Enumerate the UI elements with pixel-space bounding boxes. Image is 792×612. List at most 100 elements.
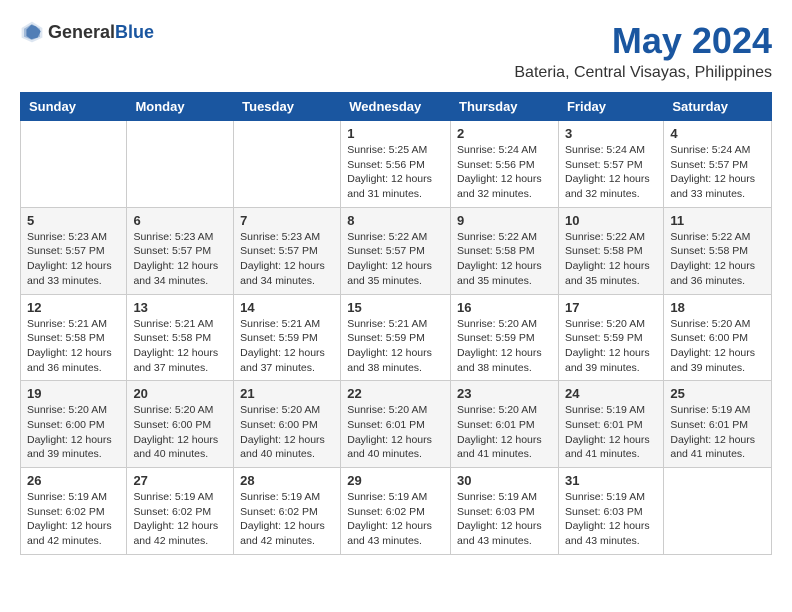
table-row: 21 Sunrise: 5:20 AMSunset: 6:00 PMDaylig… [234,381,341,468]
table-row: 8 Sunrise: 5:22 AMSunset: 5:57 PMDayligh… [341,207,451,294]
logo-text: GeneralBlue [48,22,154,43]
day-number: 10 [565,213,657,228]
day-info: Sunrise: 5:21 AMSunset: 5:59 PMDaylight:… [347,317,444,376]
day-number: 8 [347,213,444,228]
day-info: Sunrise: 5:20 AMSunset: 6:00 PMDaylight:… [240,403,334,462]
day-info: Sunrise: 5:19 AMSunset: 6:01 PMDaylight:… [670,403,765,462]
day-info: Sunrise: 5:20 AMSunset: 6:01 PMDaylight:… [457,403,552,462]
table-row: 10 Sunrise: 5:22 AMSunset: 5:58 PMDaylig… [558,207,663,294]
table-row: 30 Sunrise: 5:19 AMSunset: 6:03 PMDaylig… [451,468,559,555]
table-row: 12 Sunrise: 5:21 AMSunset: 5:58 PMDaylig… [21,294,127,381]
day-number: 15 [347,300,444,315]
table-row: 24 Sunrise: 5:19 AMSunset: 6:01 PMDaylig… [558,381,663,468]
table-row: 4 Sunrise: 5:24 AMSunset: 5:57 PMDayligh… [664,121,772,208]
table-row: 9 Sunrise: 5:22 AMSunset: 5:58 PMDayligh… [451,207,559,294]
table-row: 20 Sunrise: 5:20 AMSunset: 6:00 PMDaylig… [127,381,234,468]
day-number: 12 [27,300,120,315]
table-row: 26 Sunrise: 5:19 AMSunset: 6:02 PMDaylig… [21,468,127,555]
header-monday: Monday [127,93,234,121]
day-info: Sunrise: 5:23 AMSunset: 5:57 PMDaylight:… [27,230,120,289]
day-info: Sunrise: 5:23 AMSunset: 5:57 PMDaylight:… [133,230,227,289]
logo-icon [20,20,44,44]
day-number: 14 [240,300,334,315]
calendar-week-row: 19 Sunrise: 5:20 AMSunset: 6:00 PMDaylig… [21,381,772,468]
page-header: GeneralBlue May 2024 Bateria, Central Vi… [20,20,772,82]
day-info: Sunrise: 5:19 AMSunset: 6:02 PMDaylight:… [347,490,444,549]
month-title: May 2024 [514,20,772,62]
day-info: Sunrise: 5:19 AMSunset: 6:03 PMDaylight:… [457,490,552,549]
header-tuesday: Tuesday [234,93,341,121]
day-number: 6 [133,213,227,228]
table-row: 17 Sunrise: 5:20 AMSunset: 5:59 PMDaylig… [558,294,663,381]
table-row: 16 Sunrise: 5:20 AMSunset: 5:59 PMDaylig… [451,294,559,381]
day-number: 31 [565,473,657,488]
header-wednesday: Wednesday [341,93,451,121]
day-info: Sunrise: 5:20 AMSunset: 6:01 PMDaylight:… [347,403,444,462]
table-row: 28 Sunrise: 5:19 AMSunset: 6:02 PMDaylig… [234,468,341,555]
day-number: 29 [347,473,444,488]
day-number: 18 [670,300,765,315]
day-number: 3 [565,126,657,141]
day-number: 2 [457,126,552,141]
day-number: 19 [27,386,120,401]
day-number: 9 [457,213,552,228]
table-row [127,121,234,208]
day-info: Sunrise: 5:20 AMSunset: 6:00 PMDaylight:… [27,403,120,462]
table-row: 31 Sunrise: 5:19 AMSunset: 6:03 PMDaylig… [558,468,663,555]
day-info: Sunrise: 5:22 AMSunset: 5:57 PMDaylight:… [347,230,444,289]
day-info: Sunrise: 5:22 AMSunset: 5:58 PMDaylight:… [670,230,765,289]
logo-general: General [48,22,115,42]
table-row: 5 Sunrise: 5:23 AMSunset: 5:57 PMDayligh… [21,207,127,294]
day-info: Sunrise: 5:24 AMSunset: 5:57 PMDaylight:… [670,143,765,202]
day-info: Sunrise: 5:21 AMSunset: 5:58 PMDaylight:… [27,317,120,376]
table-row [664,468,772,555]
day-number: 16 [457,300,552,315]
day-info: Sunrise: 5:19 AMSunset: 6:03 PMDaylight:… [565,490,657,549]
header-friday: Friday [558,93,663,121]
day-info: Sunrise: 5:20 AMSunset: 6:00 PMDaylight:… [133,403,227,462]
day-number: 25 [670,386,765,401]
day-info: Sunrise: 5:24 AMSunset: 5:56 PMDaylight:… [457,143,552,202]
header-thursday: Thursday [451,93,559,121]
day-info: Sunrise: 5:25 AMSunset: 5:56 PMDaylight:… [347,143,444,202]
table-row [21,121,127,208]
day-number: 11 [670,213,765,228]
day-number: 1 [347,126,444,141]
day-number: 20 [133,386,227,401]
table-row: 6 Sunrise: 5:23 AMSunset: 5:57 PMDayligh… [127,207,234,294]
day-number: 17 [565,300,657,315]
title-area: May 2024 Bateria, Central Visayas, Phili… [514,20,772,82]
header-saturday: Saturday [664,93,772,121]
table-row: 22 Sunrise: 5:20 AMSunset: 6:01 PMDaylig… [341,381,451,468]
table-row: 29 Sunrise: 5:19 AMSunset: 6:02 PMDaylig… [341,468,451,555]
table-row: 18 Sunrise: 5:20 AMSunset: 6:00 PMDaylig… [664,294,772,381]
day-number: 30 [457,473,552,488]
day-info: Sunrise: 5:21 AMSunset: 5:58 PMDaylight:… [133,317,227,376]
table-row: 19 Sunrise: 5:20 AMSunset: 6:00 PMDaylig… [21,381,127,468]
day-number: 27 [133,473,227,488]
day-info: Sunrise: 5:20 AMSunset: 5:59 PMDaylight:… [565,317,657,376]
day-number: 26 [27,473,120,488]
day-number: 28 [240,473,334,488]
calendar-table: Sunday Monday Tuesday Wednesday Thursday… [20,92,772,555]
table-row: 1 Sunrise: 5:25 AMSunset: 5:56 PMDayligh… [341,121,451,208]
header-sunday: Sunday [21,93,127,121]
day-number: 24 [565,386,657,401]
day-number: 5 [27,213,120,228]
day-info: Sunrise: 5:21 AMSunset: 5:59 PMDaylight:… [240,317,334,376]
day-number: 4 [670,126,765,141]
table-row: 11 Sunrise: 5:22 AMSunset: 5:58 PMDaylig… [664,207,772,294]
calendar-week-row: 5 Sunrise: 5:23 AMSunset: 5:57 PMDayligh… [21,207,772,294]
table-row: 2 Sunrise: 5:24 AMSunset: 5:56 PMDayligh… [451,121,559,208]
table-row: 23 Sunrise: 5:20 AMSunset: 6:01 PMDaylig… [451,381,559,468]
day-info: Sunrise: 5:19 AMSunset: 6:02 PMDaylight:… [240,490,334,549]
day-info: Sunrise: 5:23 AMSunset: 5:57 PMDaylight:… [240,230,334,289]
table-row: 27 Sunrise: 5:19 AMSunset: 6:02 PMDaylig… [127,468,234,555]
day-number: 23 [457,386,552,401]
day-info: Sunrise: 5:22 AMSunset: 5:58 PMDaylight:… [457,230,552,289]
day-info: Sunrise: 5:20 AMSunset: 5:59 PMDaylight:… [457,317,552,376]
table-row: 13 Sunrise: 5:21 AMSunset: 5:58 PMDaylig… [127,294,234,381]
day-number: 13 [133,300,227,315]
day-info: Sunrise: 5:24 AMSunset: 5:57 PMDaylight:… [565,143,657,202]
calendar-header-row: Sunday Monday Tuesday Wednesday Thursday… [21,93,772,121]
